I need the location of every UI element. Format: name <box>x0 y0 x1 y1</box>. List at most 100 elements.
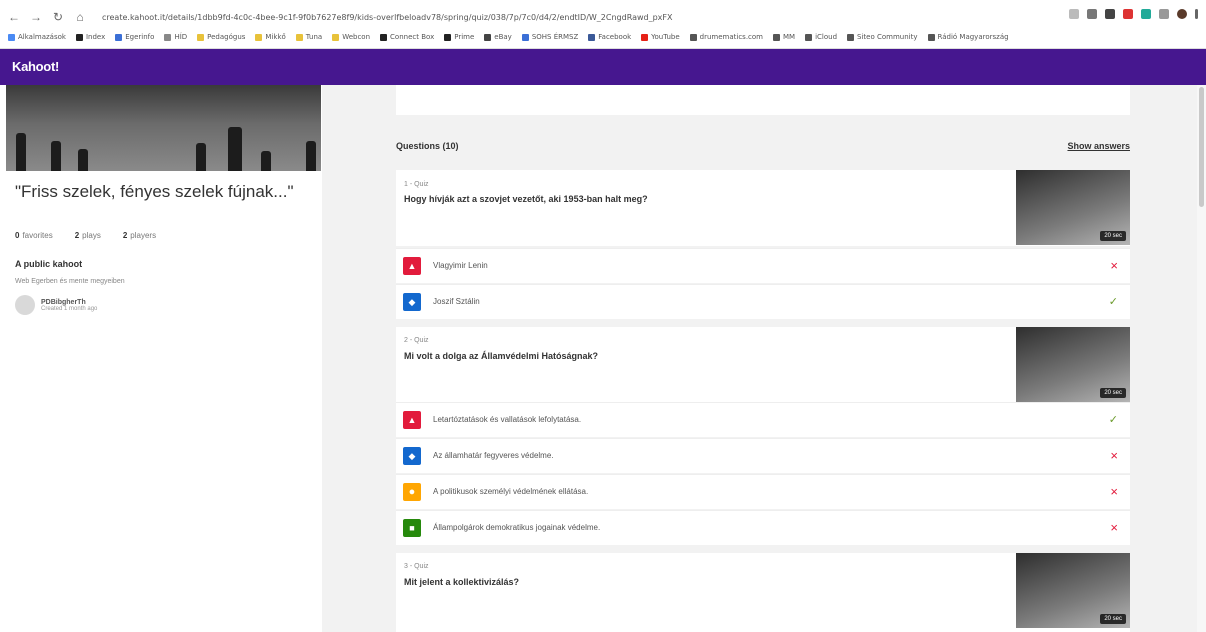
bookmark-item[interactable]: Facebook <box>588 33 631 41</box>
home-icon[interactable]: ⌂ <box>72 9 88 25</box>
bookmark-icon <box>773 33 780 41</box>
favorites-stat: 0 favorites <box>15 231 53 240</box>
question-text: Hogy hívják azt a szovjet vezetőt, aki 1… <box>404 194 648 204</box>
time-limit-badge: 20 sec <box>1100 231 1126 241</box>
bookmark-item[interactable]: HÍD <box>164 33 187 41</box>
puzzle-icon[interactable] <box>1159 9 1169 19</box>
bookmark-icon <box>444 33 452 41</box>
bookmark-icon <box>255 33 263 41</box>
created-date: Created 1 month ago <box>41 305 98 312</box>
question-card[interactable]: 1 - Quiz Hogy hívják azt a szovjet vezető… <box>396 170 1130 246</box>
forward-icon[interactable]: → <box>28 9 44 25</box>
question-type-label: 1 - Quiz <box>404 181 429 188</box>
bookmark-label: Connect Box <box>390 33 435 41</box>
cover-image <box>6 85 321 171</box>
question-type-label: 2 - Quiz <box>404 337 429 344</box>
bookmark-item[interactable]: Rádió Magyarország <box>927 33 1009 41</box>
scrollbar-thumb[interactable] <box>1199 87 1204 207</box>
bookmark-item[interactable]: Mikkő <box>255 33 286 41</box>
plays-stat: 2 plays <box>74 231 101 240</box>
top-card <box>396 85 1130 115</box>
bookmark-label: Tuna <box>305 33 323 41</box>
bookmark-label: Siteo Community <box>857 33 918 41</box>
answer-text: Az államhatár fegyveres védelme. <box>433 451 554 460</box>
extension-icon[interactable] <box>1087 9 1097 19</box>
creator-info[interactable]: PDBibgherTh Created 1 month ago <box>15 295 97 315</box>
answer-row: ◆ Az államhatár fegyveres védelme. × <box>396 438 1130 473</box>
bookmark-label: Pedagógus <box>207 33 246 41</box>
check-icon: ✓ <box>1108 414 1118 426</box>
bookmark-item[interactable]: YouTube <box>641 33 680 41</box>
bookmark-icon <box>115 33 123 41</box>
bookmark-item[interactable]: MM <box>773 33 795 41</box>
answer-text: Joszif Sztálin <box>433 297 480 306</box>
bookmark-icon <box>641 33 649 41</box>
bookmark-icon <box>847 33 855 41</box>
bookmark-item[interactable]: eBay <box>484 33 512 41</box>
time-limit-badge: 20 sec <box>1100 614 1126 624</box>
menu-dots-icon[interactable] <box>1195 9 1198 19</box>
bookmark-item[interactable]: Index <box>75 33 105 41</box>
circle-icon: ● <box>403 483 421 501</box>
extension-icon[interactable] <box>1123 9 1133 19</box>
bookmark-label: Mikkő <box>265 33 286 41</box>
bookmark-item[interactable]: Tuna <box>295 33 323 41</box>
cross-icon: × <box>1110 448 1118 463</box>
question-card[interactable]: 3 - Quiz Mit jelent a kollektivizálás? 20 … <box>396 553 1130 632</box>
time-limit-badge: 20 sec <box>1100 388 1126 398</box>
bookmark-label: Facebook <box>598 33 632 41</box>
extension-icon[interactable] <box>1105 9 1115 19</box>
bookmark-icon <box>295 33 303 41</box>
bookmark-icon <box>484 33 492 41</box>
bookmark-label: HÍD <box>174 33 188 41</box>
bookmark-icon <box>164 33 172 41</box>
avatar[interactable] <box>15 295 35 315</box>
answer-row: ● A politikusok személyi védelmének ellát… <box>396 474 1130 509</box>
bookmark-item[interactable]: Connect Box <box>380 33 434 41</box>
answer-row: ▲ Vlagyimir Lenin × <box>396 248 1130 283</box>
url-field[interactable]: create.kahoot.it/details/1dbb9fd-4c0c-4b… <box>102 13 722 22</box>
kahoot-logo[interactable]: Kahoot! <box>12 59 59 74</box>
bookmark-icon <box>689 33 697 41</box>
bookmark-item[interactable]: drumematics.com <box>689 33 763 41</box>
bookmark-item[interactable]: Pedagógus <box>197 33 245 41</box>
extension-icon[interactable] <box>1141 9 1151 19</box>
answer-row: ◆ Joszif Sztálin ✓ <box>396 284 1130 319</box>
cross-icon: × <box>1110 258 1118 273</box>
bookmark-item[interactable]: Alkalmazások <box>8 33 66 41</box>
bookmark-label: iCloud <box>815 33 838 41</box>
answer-text: Állampolgárok demokratikus jogainak véde… <box>433 523 601 532</box>
bookmark-icon <box>805 33 813 41</box>
bookmark-item[interactable]: SOHS ÉRMSZ <box>521 33 578 41</box>
square-icon: ■ <box>403 519 421 537</box>
bookmark-icon <box>380 33 388 41</box>
bookmark-item[interactable]: Egerinfo <box>115 33 154 41</box>
bookmark-item[interactable]: iCloud <box>805 33 837 41</box>
bookmark-label: drumematics.com <box>699 33 763 41</box>
bookmark-label: eBay <box>494 33 512 41</box>
page-scrollbar[interactable] <box>1197 85 1206 632</box>
question-card[interactable]: 2 - Quiz Mi volt a dolga az Államvédelmi … <box>396 327 1130 403</box>
star-icon[interactable] <box>1069 9 1079 19</box>
question-text: Mit jelent a kollektivizálás? <box>404 577 520 587</box>
question-image: 20 sec <box>1016 170 1130 245</box>
kahoot-title: "Friss szelek, fényes szelek fújnak..." <box>15 182 294 201</box>
answer-row: ▲ Letartóztatások és vallatások lefolytat… <box>396 402 1130 437</box>
creator-name[interactable]: PDBibgherTh <box>41 299 97 306</box>
bookmark-icon <box>588 33 596 41</box>
players-stat: 2 players <box>122 231 157 240</box>
show-answers-link[interactable]: Show answers <box>1067 141 1130 151</box>
bookmark-item[interactable]: Siteo Community <box>847 33 918 41</box>
bookmark-item[interactable]: Prime <box>444 33 474 41</box>
visibility-label: A public kahoot <box>15 259 83 269</box>
profile-avatar-icon[interactable] <box>1177 9 1187 19</box>
reload-icon[interactable]: ↻ <box>50 9 66 25</box>
question-type-label: 3 - Quiz <box>404 563 429 570</box>
back-icon[interactable]: ← <box>6 9 22 25</box>
bookmark-item[interactable]: Webcon <box>332 33 370 41</box>
check-icon: ✓ <box>1108 296 1118 308</box>
bookmark-label: Egerinfo <box>125 33 155 41</box>
bookmark-label: Rádió Magyarország <box>937 33 1009 41</box>
answer-text: A politikusok személyi védelmének ellátá… <box>433 487 589 496</box>
bookmark-icon <box>927 33 935 41</box>
